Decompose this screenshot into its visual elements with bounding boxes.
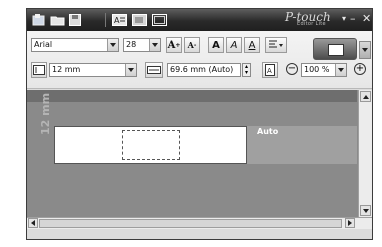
- minimize-button[interactable]: –: [350, 12, 356, 26]
- bold-button[interactable]: A: [208, 37, 224, 53]
- save-icon[interactable]: [67, 12, 83, 27]
- zoom-out-icon[interactable]: −: [286, 63, 298, 75]
- zoom-select[interactable]: 100 %: [301, 63, 347, 77]
- arrow-up-icon: [362, 94, 369, 99]
- menu-arrow-icon[interactable]: ▾: [342, 12, 346, 26]
- chevron-down-icon: [338, 68, 344, 72]
- toolbar-separator: [105, 13, 106, 27]
- tape-length-input[interactable]: 69.6 mm (Auto): [167, 63, 241, 77]
- print-button[interactable]: [313, 38, 357, 60]
- font-size-value: 28: [126, 40, 137, 49]
- tape-length-icon: [145, 62, 163, 78]
- svg-text:A: A: [114, 16, 120, 25]
- title-bar: A P-touch Editor Lite ▾ – ✕: [27, 9, 372, 31]
- spin-down-icon[interactable]: ▾: [243, 70, 250, 76]
- shrink-font-button[interactable]: A-: [184, 37, 200, 53]
- chevron-down-icon: [110, 43, 116, 47]
- app-window: A P-touch Editor Lite ▾ – ✕ Arial 28 A + …: [26, 8, 373, 240]
- font-size-select[interactable]: 28: [123, 38, 161, 52]
- tape-length-spinner[interactable]: ▴ ▾: [242, 63, 251, 77]
- brand-subtitle: Editor Lite: [297, 21, 326, 27]
- arrow-down-icon: [362, 208, 369, 213]
- tape-width-dropdown-arrow[interactable]: [125, 64, 136, 76]
- align-left-icon: [269, 40, 283, 48]
- horizontal-scrollbar[interactable]: [27, 217, 372, 229]
- chevron-down-icon: [152, 43, 158, 47]
- fit-text-button[interactable]: A: [262, 62, 278, 78]
- zoom-dropdown-arrow[interactable]: [335, 64, 346, 76]
- font-value: Arial: [34, 40, 53, 49]
- tape-width-icon: [31, 62, 47, 78]
- font-dropdown-arrow[interactable]: [107, 39, 118, 51]
- text-object[interactable]: [122, 130, 180, 160]
- fit-text-icon: A: [265, 64, 275, 76]
- font-select[interactable]: Arial: [31, 38, 119, 52]
- arrow-left-icon: [31, 220, 35, 226]
- zoom-in-icon[interactable]: +: [354, 63, 366, 75]
- align-button[interactable]: [265, 37, 287, 53]
- open-folder-icon[interactable]: [49, 12, 65, 27]
- scroll-down-button[interactable]: [360, 205, 371, 216]
- insert-frame-icon[interactable]: [151, 12, 167, 27]
- scroll-right-button[interactable]: [345, 218, 355, 228]
- format-toolbar: Arial 28 A + A- A A A 12 mm 69.6 mm (Aut…: [27, 31, 372, 89]
- vertical-scrollbar[interactable]: [358, 90, 372, 217]
- close-button[interactable]: ✕: [362, 12, 371, 26]
- chevron-down-icon: [362, 48, 368, 52]
- print-icon: [328, 44, 344, 56]
- tape-width-select[interactable]: 12 mm: [49, 63, 137, 77]
- tape-width-value: 12 mm: [52, 65, 81, 74]
- scroll-up-button[interactable]: [360, 91, 371, 102]
- auto-length-band: Auto: [247, 126, 357, 164]
- print-options-arrow[interactable]: [359, 41, 371, 59]
- arrow-right-icon: [348, 220, 352, 226]
- insert-image-icon[interactable]: [131, 12, 147, 27]
- svg-text:A: A: [267, 67, 272, 75]
- insert-text-icon[interactable]: A: [111, 12, 127, 27]
- new-label-icon[interactable]: [31, 12, 47, 27]
- scroll-left-button[interactable]: [28, 218, 38, 228]
- italic-button[interactable]: A: [226, 37, 242, 53]
- label-tape[interactable]: [54, 126, 247, 164]
- underline-button[interactable]: A: [244, 37, 260, 53]
- zoom-value: 100 %: [304, 65, 330, 74]
- chevron-down-icon: [128, 68, 134, 72]
- horizontal-scroll-thumb[interactable]: [39, 219, 342, 228]
- tape-width-label: 12 mm: [39, 92, 52, 135]
- top-ruler: [27, 90, 357, 102]
- tape-length-value: 69.6 mm (Auto): [170, 65, 234, 74]
- auto-length-label: Auto: [257, 127, 279, 136]
- font-size-dropdown-arrow[interactable]: [149, 39, 160, 51]
- grow-font-icon: A: [167, 39, 176, 51]
- label-editor: 12 mm Auto: [27, 90, 372, 229]
- grow-font-button[interactable]: A +: [166, 37, 182, 53]
